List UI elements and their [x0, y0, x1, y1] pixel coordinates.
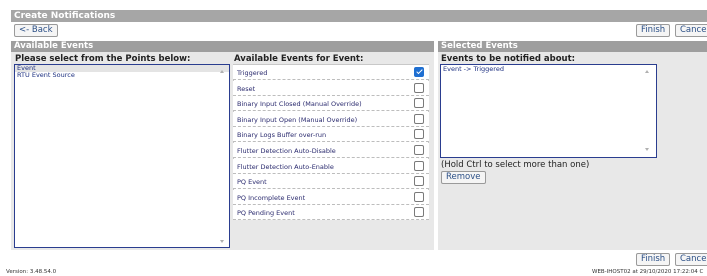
finish-button-top[interactable]: Finish	[636, 24, 671, 37]
event-row[interactable]: Binary Input Closed (Manual Override)	[233, 96, 429, 112]
event-label: Reset	[237, 84, 256, 93]
selected-events-header: Selected Events	[438, 41, 707, 52]
event-row[interactable]: PQ Incomplete Event	[233, 189, 429, 205]
event-label: Flutter Detection Auto-Enable	[237, 162, 334, 171]
event-row[interactable]: PQ Pending Event	[233, 205, 429, 221]
event-row[interactable]: Flutter Detection Auto-Disable	[233, 143, 429, 158]
event-checkbox[interactable]	[414, 160, 424, 171]
event-row[interactable]: Reset	[233, 80, 429, 96]
event-row[interactable]: Triggered	[233, 65, 429, 80]
event-checkbox[interactable]	[414, 82, 424, 93]
remove-button[interactable]: Remove	[441, 171, 486, 184]
scroll-down-icon[interactable]	[220, 240, 224, 243]
scroll-up-icon[interactable]	[645, 70, 649, 73]
event-label: PQ Event	[237, 178, 267, 187]
event-row[interactable]: Binary Input Open (Manual Override)	[233, 111, 429, 127]
scroll-down-icon[interactable]	[645, 148, 649, 151]
events-label: Available Events for Event:	[234, 54, 364, 64]
finish-button-bottom[interactable]: Finish	[636, 253, 671, 266]
event-label: Flutter Detection Auto-Disable	[237, 147, 336, 155]
notify-label: Events to be notified about:	[441, 54, 576, 64]
version-text: Version: 3.48.54.0	[6, 269, 57, 275]
points-label: Please select from the Points below:	[15, 54, 191, 64]
window-title: Create Notifications	[11, 10, 707, 22]
event-label: Binary Logs Buffer over-run	[237, 131, 327, 140]
event-label: PQ Pending Event	[237, 209, 295, 218]
event-checkbox[interactable]	[414, 113, 424, 124]
event-row[interactable]: PQ Event	[233, 174, 429, 190]
event-checkbox[interactable]	[414, 129, 424, 140]
event-label: PQ Incomplete Event	[237, 193, 306, 202]
host-timestamp: WEB-IHOST02 at 29/10/2020 17:22:04 C	[592, 269, 704, 275]
selection-hint: (Hold Ctrl to select more than one)	[441, 160, 590, 170]
points-listbox[interactable]: Event RTU Event Source	[14, 64, 230, 248]
event-label: Triggered	[237, 69, 268, 77]
available-events-header: Available Events	[11, 41, 434, 52]
cancel-button-bottom[interactable]: Cancel	[675, 253, 707, 266]
points-list-item[interactable]: RTU Event Source	[15, 72, 229, 79]
selected-list-item[interactable]: Event -> Triggered	[441, 65, 656, 73]
scroll-up-icon[interactable]	[220, 70, 224, 73]
event-checkbox[interactable]	[414, 191, 424, 202]
event-checkbox[interactable]	[414, 145, 424, 155]
cancel-button-top[interactable]: Cancel	[675, 24, 707, 37]
event-label: Binary Input Open (Manual Override)	[237, 115, 358, 124]
event-checkbox[interactable]	[414, 207, 424, 218]
event-label: Binary Input Closed (Manual Override)	[237, 100, 362, 109]
checkmark-icon[interactable]	[414, 67, 424, 77]
selected-events-listbox[interactable]: Event -> Triggered	[440, 64, 657, 158]
event-row[interactable]: Binary Logs Buffer over-run	[233, 127, 429, 143]
back-button[interactable]: <- Back	[14, 24, 58, 37]
event-checkbox[interactable]	[414, 176, 424, 187]
event-row[interactable]: Flutter Detection Auto-Enable	[233, 158, 429, 174]
event-checkbox[interactable]	[414, 98, 424, 109]
